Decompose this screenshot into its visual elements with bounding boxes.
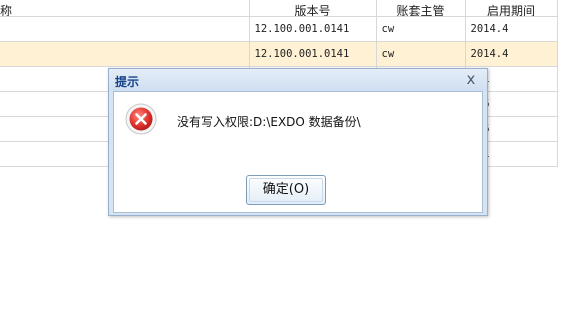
dialog-message: 没有写入权限:D:\EXDO 数据备份\ (177, 115, 361, 129)
ok-button[interactable]: 确定(O) (246, 175, 326, 205)
column-header-version[interactable]: 版本号 (249, 0, 377, 17)
table-row-selected[interactable]: 12.100.001.0141 cw 2014.4 (0, 41, 558, 67)
dialog-titlebar[interactable]: 提示 x (109, 69, 487, 91)
cell-name (0, 16, 250, 42)
cell-version: 12.100.001.0141 (249, 41, 377, 67)
error-icon (125, 103, 157, 135)
cell-name (0, 41, 250, 67)
column-header-manager[interactable]: 账套主管 (376, 0, 466, 17)
alert-dialog: 提示 x 没有写入权限:D:\EXDO 数据备份\ 确定(O) (108, 68, 488, 216)
close-icon[interactable]: x (463, 71, 479, 87)
cell-manager: cw (376, 16, 466, 42)
column-header-name[interactable]: 称 (0, 0, 250, 17)
dialog-body: 没有写入权限:D:\EXDO 数据备份\ 确定(O) (113, 91, 483, 213)
table-header-row: 称 版本号 账套主管 启用期间 (0, 0, 558, 17)
table-row[interactable]: 12.100.001.0141 cw 2014.4 (0, 16, 558, 42)
cell-version: 12.100.001.0141 (249, 16, 377, 42)
cell-period: 2014.4 (465, 41, 558, 67)
cell-manager: cw (376, 41, 466, 67)
dialog-title: 提示 (115, 75, 140, 89)
column-header-period[interactable]: 启用期间 (465, 0, 558, 17)
cell-period: 2014.4 (465, 16, 558, 42)
app-window: 称 版本号 账套主管 启用期间 12.100.001.0141 cw 2014.… (0, 0, 581, 316)
